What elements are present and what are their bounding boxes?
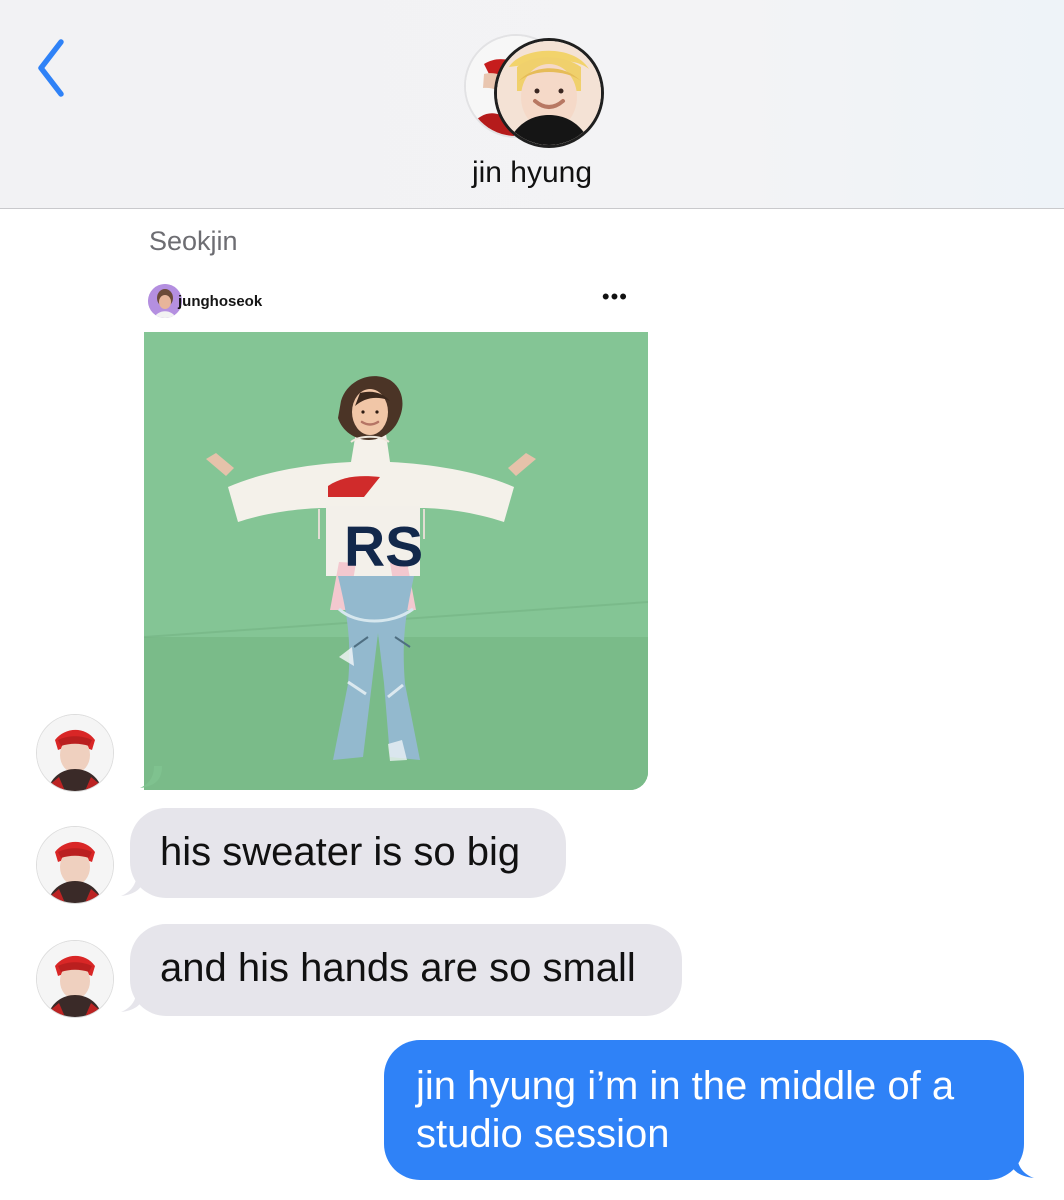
contact-avatar-stack[interactable] [464,34,604,148]
post-photo[interactable]: RS [144,332,648,790]
avatar [36,940,114,1018]
post-bubble-tail [140,766,162,788]
message-bubble-outgoing[interactable]: jin hyung i’m in the middle of a studio … [384,1040,1024,1180]
post-header: junghoseok ••• [144,274,648,332]
shared-instagram-post[interactable]: junghoseok ••• RS [144,274,648,792]
message-text: his sweater is so big [160,830,521,874]
contact-name[interactable]: jin hyung [0,156,1064,190]
message-text: and his hands are so small [160,946,636,990]
message-bubble-incoming-1[interactable]: his sweater is so big [130,808,566,898]
incoming-bubble-tail [121,988,145,1012]
sender-label: Seokjin [149,226,238,256]
more-dots-icon[interactable]: ••• [602,286,628,308]
outgoing-bubble-tail [1009,1154,1034,1178]
message-bubble-incoming-2[interactable]: and his hands are so small [130,924,682,1016]
chevron-left-icon [28,39,78,104]
post-username[interactable]: junghoseok [178,293,262,310]
conversation-header: jin hyung [0,0,1064,209]
back-button[interactable] [28,36,78,100]
incoming-bubble-tail [121,872,145,896]
post-avatar [148,284,182,318]
message-text-line-2: studio session [416,1112,670,1156]
sweater-rs-text: RS [344,515,423,579]
contact-avatar [494,38,604,148]
message-text-line-1: jin hyung i’m in the middle of a [416,1064,955,1108]
avatar [36,826,114,904]
avatar [36,714,114,792]
